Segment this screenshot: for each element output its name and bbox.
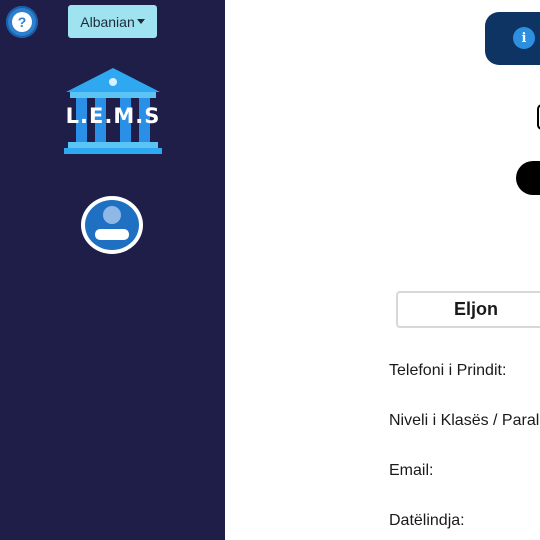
caret-down-icon xyxy=(136,19,145,24)
student-name-box: Eljon xyxy=(396,291,540,328)
class-level-label: Niveli i Klasës / Paralelja xyxy=(389,412,540,429)
logo-text: L.E.M.S xyxy=(65,104,161,128)
question-icon: ? xyxy=(12,12,32,32)
user-avatar-icon[interactable] xyxy=(80,195,144,255)
main-content xyxy=(225,0,540,540)
email-label: Email: xyxy=(389,462,434,479)
student-name: Eljon xyxy=(454,299,498,319)
help-glyph: ? xyxy=(17,14,27,30)
help-button[interactable]: ? xyxy=(6,6,38,38)
birthdate-label: Datëlindja: xyxy=(389,512,465,529)
language-dropdown[interactable]: Albanian xyxy=(68,5,157,38)
parent-phone-label: Telefoni i Prindit: xyxy=(389,362,507,379)
info-icon[interactable]: i xyxy=(513,27,535,49)
language-label: Albanian xyxy=(80,13,135,30)
sidebar: ? Albanian L.E.M.S xyxy=(0,0,225,540)
